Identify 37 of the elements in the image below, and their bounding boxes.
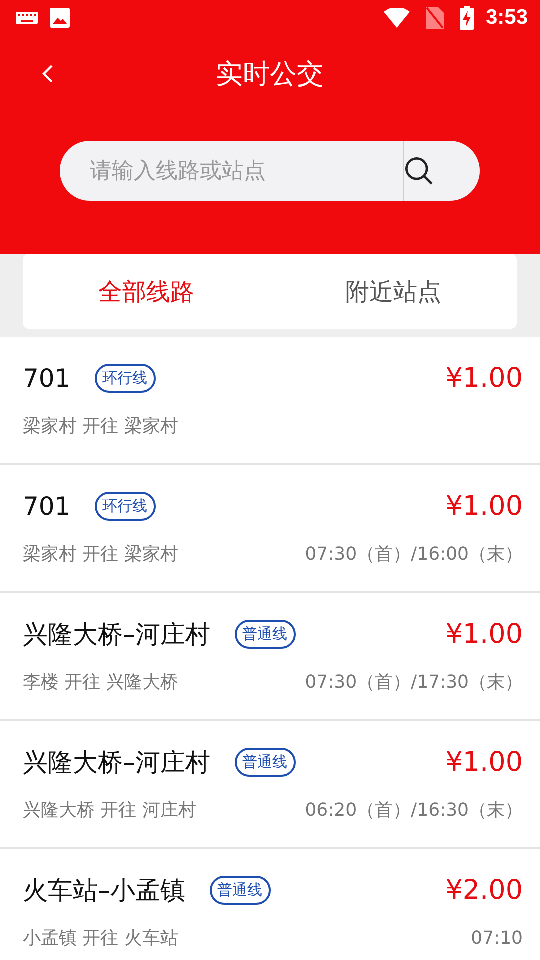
search-field[interactable]: 请输入线路或站点 — [60, 141, 480, 201]
service-hours: 07:10 — [471, 928, 523, 948]
fare: ¥1.00 — [446, 490, 523, 522]
wifi-icon — [384, 8, 410, 28]
route-type-tag: 环行线 — [94, 364, 156, 392]
route-direction: 小孟镇 开往 火车站 — [23, 927, 178, 950]
fare: ¥2.00 — [446, 874, 523, 906]
no-sim-icon — [426, 7, 444, 29]
status-time: 3:53 — [486, 6, 528, 30]
route-name: 火车站–小孟镇 — [23, 874, 186, 906]
tab[interactable]: 全部线路 — [23, 254, 270, 329]
service-hours: 06:20（首）/16:30（末） — [305, 799, 523, 822]
route-type-tag: 普通线 — [234, 620, 296, 648]
tab[interactable]: 附近站点 — [270, 254, 517, 329]
route-type-tag: 普通线 — [234, 748, 296, 776]
battery-charging-icon — [460, 6, 474, 30]
route-type-tag: 环行线 — [94, 492, 156, 520]
service-hours: 07:30（首）/16:00（末） — [305, 543, 523, 566]
back-icon[interactable] — [42, 64, 54, 84]
service-hours: 07:30（首）/17:30（末） — [305, 671, 523, 694]
route-name: 701 — [23, 492, 71, 520]
route-direction: 兴隆大桥 开往 河庄村 — [23, 799, 196, 822]
fare: ¥1.00 — [446, 618, 523, 650]
search-input[interactable]: 请输入线路或站点 — [60, 158, 403, 184]
route-name: 701 — [23, 364, 71, 392]
page-title: 实时公交 — [216, 58, 324, 92]
keyboard-icon — [16, 12, 38, 24]
route-direction: 梁家村 开往 梁家村 — [23, 543, 178, 566]
route-direction: 李楼 开往 兴隆大桥 — [23, 671, 178, 694]
route-direction: 梁家村 开往 梁家村 — [23, 415, 178, 438]
route-type-tag: 普通线 — [210, 876, 270, 904]
search-icon[interactable] — [404, 156, 434, 186]
image-icon — [50, 8, 70, 28]
route-name: 兴隆大桥–河庄村 — [23, 618, 210, 650]
fare: ¥1.00 — [446, 362, 523, 394]
route-name: 兴隆大桥–河庄村 — [23, 746, 210, 778]
fare: ¥1.00 — [446, 746, 523, 778]
